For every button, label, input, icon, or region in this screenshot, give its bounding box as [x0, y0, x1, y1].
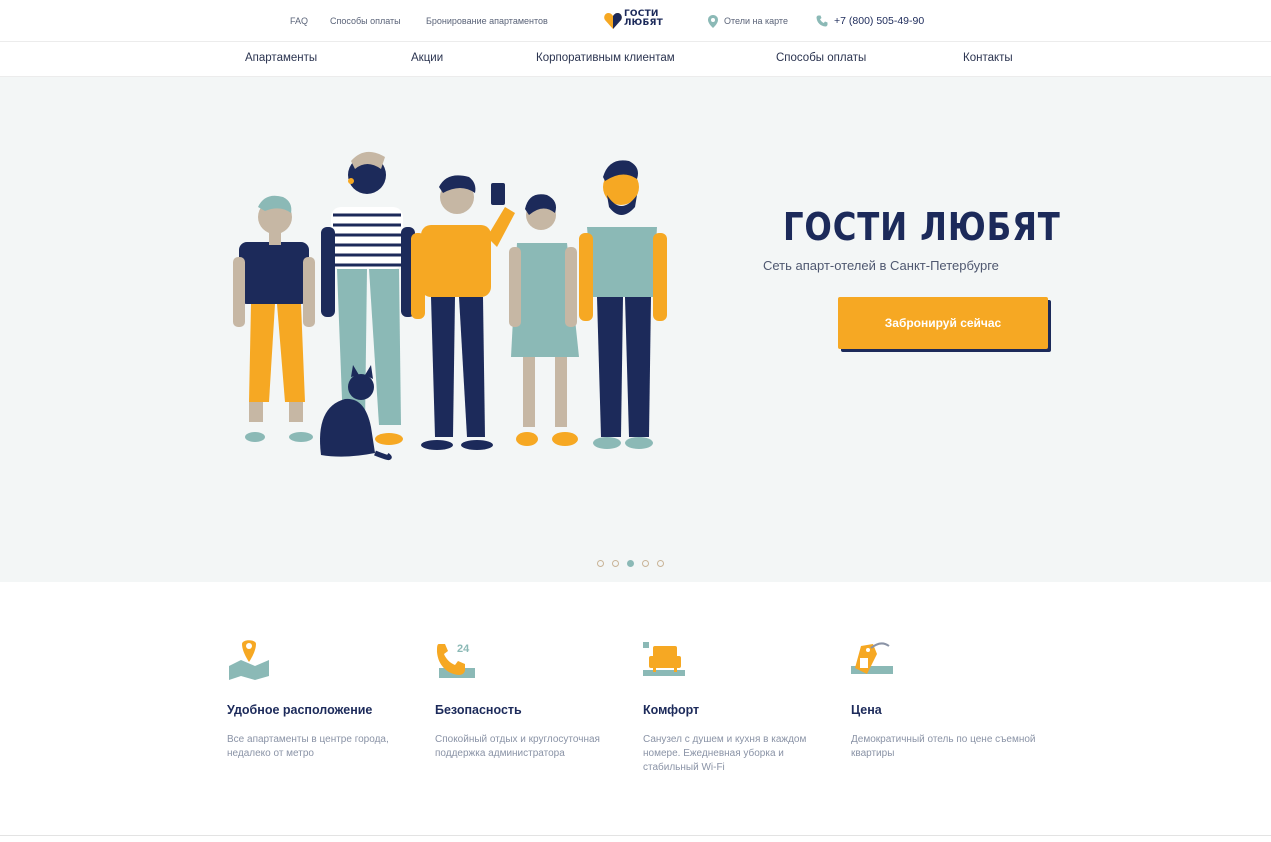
feature-title: Безопасность [435, 703, 522, 717]
map-pin-icon [708, 15, 718, 28]
phone-icon [816, 15, 828, 27]
sofa-icon [643, 642, 685, 676]
feature-title: Цена [851, 703, 882, 717]
feature-title: Удобное расположение [227, 703, 373, 717]
heart-logo-icon [604, 13, 622, 29]
feature-price: Цена Демократичный отель по цене съемной… [851, 640, 1041, 759]
feature-location: Удобное расположение Все апартаменты в ц… [227, 640, 417, 759]
person-bearded [579, 160, 667, 449]
person-striped [321, 151, 415, 445]
hero-subtitle: Сеть апарт-отелей в Санкт-Петербурге [763, 258, 999, 273]
logo-text-line2: ЛЮБЯТ [624, 18, 663, 28]
faq-link[interactable]: FAQ [290, 16, 308, 26]
slider-dot[interactable] [612, 560, 619, 567]
person-yellow-jacket [411, 175, 515, 450]
nav-item-payment[interactable]: Способы оплаты [776, 52, 866, 64]
person-teal-dress [509, 194, 579, 446]
phone-24-icon: 24 [437, 643, 475, 678]
person-kid [233, 195, 315, 442]
features-section: Удобное расположение Все апартаменты в ц… [0, 582, 1271, 835]
main-nav: Апартаменты Акции Корпоративным клиентам… [0, 42, 1271, 77]
feature-text: Все апартаменты в центре города, недалек… [227, 734, 389, 759]
location-pin-icon [229, 640, 269, 680]
feature-title: Комфорт [643, 703, 700, 717]
hotels-map-label: Отели на карте [724, 16, 788, 26]
nav-item-corporate[interactable]: Корпоративным клиентам [536, 52, 675, 64]
phone-number: +7 (800) 505-49-90 [834, 15, 925, 27]
top-bar: FAQ Способы оплаты Бронирование апартаме… [0, 0, 1271, 42]
apartment-booking-link[interactable]: Бронирование апартаментов [426, 16, 548, 26]
feature-text: Спокойный отдых и круглосуточная поддерж… [435, 734, 600, 759]
slider-dots [597, 560, 677, 568]
nav-item-promotions[interactable]: Акции [411, 52, 443, 64]
slider-dot-active[interactable] [627, 560, 634, 567]
feature-comfort: Комфорт Санузел с душем и кухня в каждом… [643, 640, 833, 773]
slider-dot[interactable] [597, 560, 604, 567]
feature-text: Демократичный отель по цене съемной квар… [851, 734, 1036, 759]
logo[interactable]: ГОСТИ ЛЮБЯТ [603, 9, 663, 33]
book-now-button[interactable]: Забронируй сейчас [838, 297, 1048, 349]
nav-item-contacts[interactable]: Контакты [963, 52, 1013, 64]
hero-slider: ГОСТИ ЛЮБЯТ Сеть апарт-отелей в Санкт-Пе… [0, 77, 1271, 582]
payment-methods-link[interactable]: Способы оплаты [330, 16, 401, 26]
svg-text:24: 24 [457, 643, 470, 655]
feature-text: Санузел с душем и кухня в каждом номере.… [643, 734, 807, 773]
footer-divider [0, 835, 1271, 836]
hero-title: ГОСТИ ЛЮБЯТ [783, 205, 1061, 249]
price-tag-icon [851, 642, 893, 674]
slider-dot[interactable] [642, 560, 649, 567]
slider-dot[interactable] [657, 560, 664, 567]
people-illustration [233, 151, 667, 461]
nav-item-apartments[interactable]: Апартаменты [245, 52, 317, 64]
feature-security: 24 Безопасность Спокойный отдых и кругло… [435, 640, 625, 759]
